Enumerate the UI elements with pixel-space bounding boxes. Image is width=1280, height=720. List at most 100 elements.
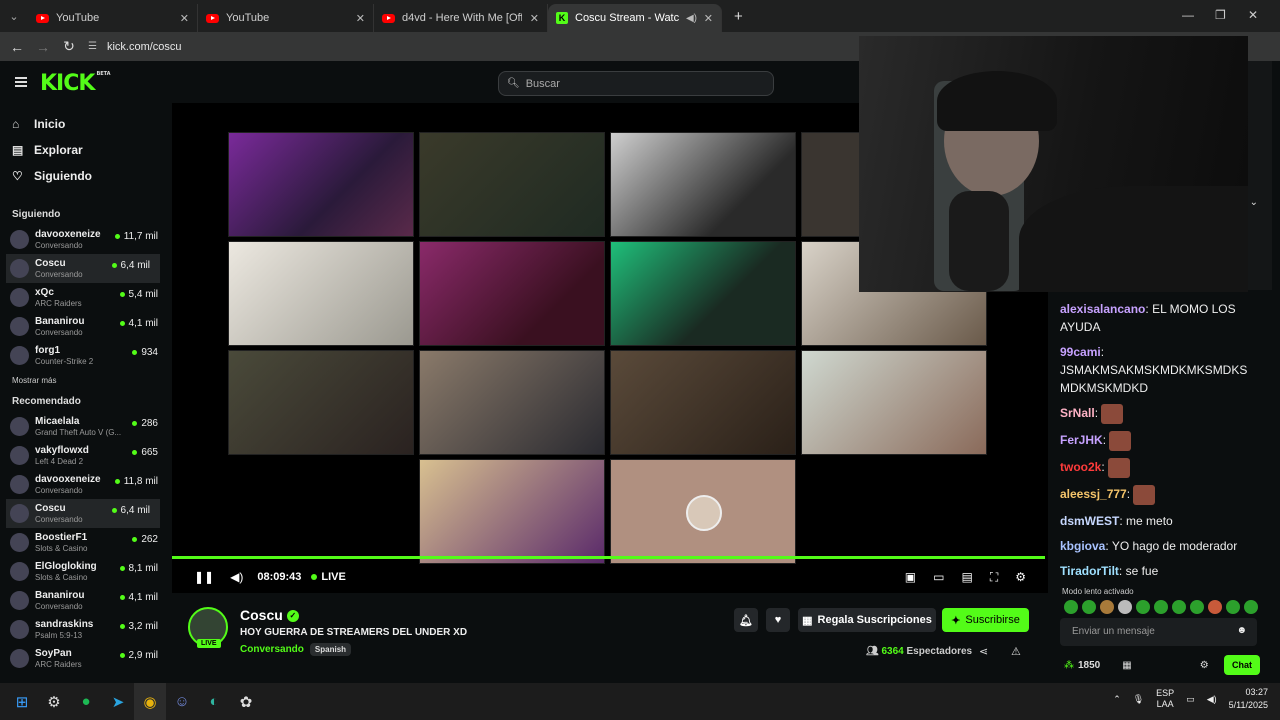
language-indicator[interactable]: ESP LAA bbox=[1156, 688, 1174, 710]
chat-settings-icon[interactable]: ⌄ bbox=[1250, 197, 1258, 208]
edge-icon[interactable]: ◐ bbox=[198, 683, 230, 720]
chat-username[interactable]: dsmWEST bbox=[1060, 514, 1119, 528]
menu-icon[interactable] bbox=[15, 77, 27, 87]
chrome-icon[interactable]: ◉ bbox=[134, 683, 166, 720]
clock[interactable]: 03:27 5/11/2025 bbox=[1229, 686, 1268, 712]
gift-subs-button[interactable]: ▦ Regala Suscripciones bbox=[798, 608, 936, 632]
volume-icon[interactable]: ◀) bbox=[1207, 694, 1217, 705]
nav-inicio[interactable]: ⌂ Inicio bbox=[12, 111, 156, 137]
sidebar-channel-vakyflowxd[interactable]: vakyflowxd Left 4 Dead 2 665 bbox=[0, 441, 168, 470]
sidebar-channel-elglogloking[interactable]: ElGlogloking Slots & Casino 8,1 mil bbox=[0, 557, 168, 586]
chat-username[interactable]: kbgiova bbox=[1060, 539, 1105, 553]
pip-icon[interactable]: ▣ bbox=[905, 570, 916, 585]
nav-explorar[interactable]: ▤ Explorar bbox=[12, 137, 156, 163]
close-icon[interactable]: ✕ bbox=[180, 12, 189, 25]
sidebar-channel-bananirou[interactable]: Bananirou Conversando 4,1 mil bbox=[0, 312, 168, 341]
report-icon[interactable]: ⚠ bbox=[1011, 645, 1021, 658]
show-more-link[interactable]: Mostrar más bbox=[0, 370, 168, 392]
discord-icon[interactable]: ☺ bbox=[166, 683, 198, 720]
chevron-up-icon[interactable]: ⌃ bbox=[1113, 694, 1121, 705]
store-icon[interactable]: ▦ bbox=[1122, 660, 1131, 671]
sidebar-channel-davooxeneize[interactable]: davooxeneize Conversando 11,7 mil bbox=[0, 225, 168, 254]
follow-button[interactable]: ♥ bbox=[766, 608, 790, 632]
fullscreen-icon[interactable]: ⛶ bbox=[990, 570, 998, 585]
settings-icon[interactable]: ⚙ bbox=[1015, 570, 1026, 585]
sidebar-channel-xqc[interactable]: xQc ARC Raiders 5,4 mil bbox=[0, 283, 168, 312]
sidebar-channel-micaelala[interactable]: Micaelala Grand Theft Auto V (G... 286 bbox=[0, 412, 168, 441]
close-window-icon[interactable]: ✕ bbox=[1248, 8, 1258, 22]
emote-icon[interactable] bbox=[1100, 600, 1114, 614]
close-icon[interactable]: ✕ bbox=[704, 12, 713, 25]
chat-username[interactable]: twoo2k bbox=[1060, 460, 1101, 474]
chat-username[interactable]: alexisalancano bbox=[1060, 302, 1145, 316]
tab-d4vd[interactable]: d4vd - Here With Me [Official M ✕ bbox=[374, 4, 548, 32]
sidebar-channel-soypan[interactable]: SoyPan ARC Raiders 2,9 mil bbox=[0, 644, 168, 673]
minimize-icon[interactable]: — bbox=[1182, 8, 1194, 22]
emote-icon[interactable] bbox=[1226, 600, 1240, 614]
emote-icon[interactable] bbox=[1082, 600, 1096, 614]
volume-icon[interactable]: ◀) bbox=[230, 570, 243, 584]
emote-icon[interactable] bbox=[1154, 600, 1168, 614]
chat-username[interactable]: SrNall bbox=[1060, 406, 1095, 420]
nav-siguiendo[interactable]: ♡ Siguiendo bbox=[12, 163, 156, 189]
emote-icon[interactable] bbox=[1118, 600, 1132, 614]
tab-youtube-2[interactable]: YouTube ✕ bbox=[198, 4, 374, 32]
close-icon[interactable]: ✕ bbox=[356, 12, 365, 25]
emote-icon[interactable] bbox=[1136, 600, 1150, 614]
kick-logo[interactable]: KICK BETA bbox=[40, 71, 111, 96]
tab-list-button[interactable]: ⌄ bbox=[0, 2, 28, 30]
network-icon[interactable]: ▭ bbox=[1186, 694, 1195, 705]
channel-avatar bbox=[10, 346, 29, 365]
settings-icon[interactable]: ⚙ bbox=[1200, 660, 1209, 671]
url-field[interactable]: ☰ kick.com/coscu bbox=[88, 41, 182, 53]
back-icon[interactable]: ← bbox=[4, 39, 30, 55]
sidebar-channel-boostierf1[interactable]: BoostierF1 Slots & Casino 262 bbox=[0, 528, 168, 557]
emoji-icon[interactable]: ☻ bbox=[1236, 625, 1247, 636]
subscribe-button[interactable]: ✦ Suscribirse bbox=[942, 608, 1029, 632]
tab-youtube-1[interactable]: YouTube ✕ bbox=[28, 4, 198, 32]
site-info-icon[interactable]: ☰ bbox=[88, 41, 97, 52]
emote-icon[interactable] bbox=[1190, 600, 1204, 614]
pause-icon[interactable]: ❚❚ bbox=[194, 570, 214, 584]
theater-icon[interactable]: ▭ bbox=[933, 570, 944, 585]
chat-username[interactable]: 99cami bbox=[1060, 345, 1101, 359]
speaker-icon[interactable]: ◀) bbox=[686, 13, 697, 24]
windows-start-icon[interactable]: ⊞ bbox=[6, 683, 38, 720]
sidebar-channel-forg1[interactable]: forg1 Counter-Strike 2 934 bbox=[0, 341, 168, 370]
microphone-icon[interactable]: 🎙︎ bbox=[1133, 694, 1144, 705]
mini-player-icon[interactable]: ▤ bbox=[961, 570, 972, 585]
forward-icon[interactable]: → bbox=[30, 39, 56, 55]
new-tab-button[interactable]: + bbox=[734, 8, 743, 25]
search-input[interactable]: 🔍︎ Buscar bbox=[498, 71, 774, 96]
sidebar-channel-davooxeneize[interactable]: davooxeneize Conversando 11,8 mil bbox=[0, 470, 168, 499]
spotify-icon[interactable]: ● bbox=[70, 683, 102, 720]
emote-icon[interactable] bbox=[1244, 600, 1258, 614]
sidebar-channel-sandraskins[interactable]: sandraskins Psalm 5:9-13 3,2 mil bbox=[0, 615, 168, 644]
language-tag[interactable]: Spanish bbox=[309, 643, 352, 656]
chat-username[interactable]: TiradorTilt bbox=[1060, 564, 1119, 578]
picture-in-picture-overlay[interactable] bbox=[859, 36, 1248, 292]
steam-icon[interactable]: ⚙ bbox=[38, 683, 70, 720]
close-icon[interactable]: ✕ bbox=[530, 12, 539, 25]
tab-kick-coscu[interactable]: K Coscu Stream - Watch Live ◀) ✕ bbox=[548, 4, 722, 32]
app-icon[interactable]: ✿ bbox=[230, 683, 262, 720]
emote-icon[interactable] bbox=[1064, 600, 1078, 614]
send-chat-button[interactable]: Chat bbox=[1224, 655, 1260, 675]
maximize-icon[interactable]: ❐ bbox=[1215, 8, 1226, 22]
stream-category[interactable]: Conversando bbox=[240, 644, 304, 655]
channel-points[interactable]: 1850 bbox=[1078, 660, 1100, 671]
chat-username[interactable]: aleessj_777 bbox=[1060, 487, 1127, 501]
telegram-icon[interactable]: ➤ bbox=[102, 683, 134, 720]
notification-bell-button[interactable]: 🔔︎ bbox=[734, 608, 758, 632]
share-icon[interactable]: ⋖ bbox=[979, 645, 988, 658]
chat-input[interactable]: Enviar un mensaje ☻ bbox=[1060, 618, 1257, 646]
progress-bar[interactable] bbox=[172, 556, 1045, 559]
sidebar-channel-bananirou[interactable]: Bananirou Conversando 4,1 mil bbox=[0, 586, 168, 615]
emote-icon[interactable] bbox=[1172, 600, 1186, 614]
reload-icon[interactable]: ↻ bbox=[56, 38, 82, 55]
chat-username[interactable]: FerJHK bbox=[1060, 433, 1103, 447]
emote-icon[interactable] bbox=[1208, 600, 1222, 614]
sidebar-channel-coscu[interactable]: Coscu Conversando 6,4 mil bbox=[6, 499, 160, 528]
streamer-name[interactable]: Coscu bbox=[240, 607, 283, 623]
sidebar-channel-coscu[interactable]: Coscu Conversando 6,4 mil bbox=[6, 254, 160, 283]
